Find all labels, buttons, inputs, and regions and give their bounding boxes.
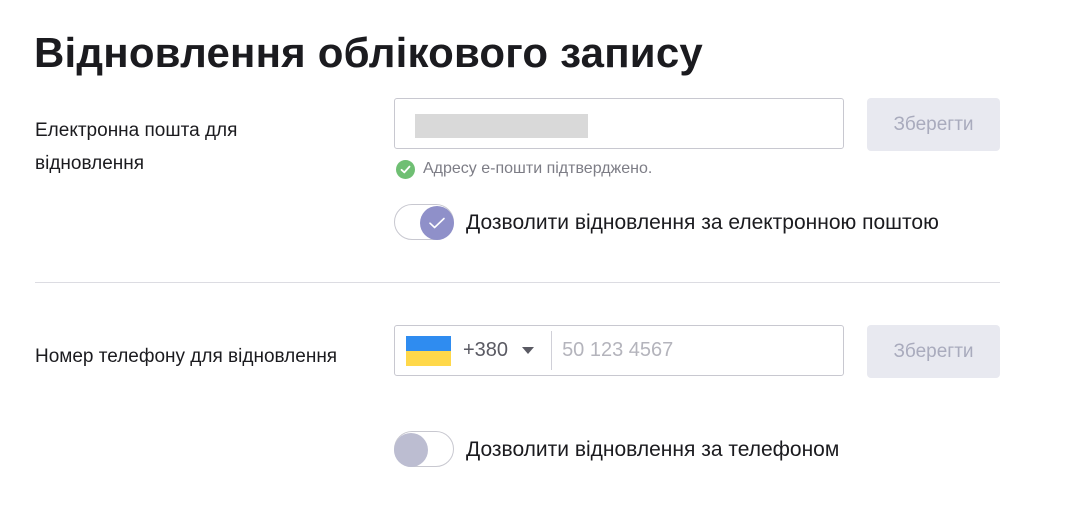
- email-field[interactable]: [394, 98, 844, 149]
- toggle-knob: [394, 433, 428, 467]
- phone-recovery-label: Номер телефону для відновлення: [35, 346, 338, 367]
- email-recovery-toggle-label: Дозволити відновлення за електронною пош…: [466, 211, 939, 234]
- country-code-dropdown[interactable]: +380: [395, 326, 551, 375]
- email-recovery-toggle[interactable]: [394, 204, 454, 240]
- save-phone-button[interactable]: Зберегти: [867, 325, 1000, 378]
- save-email-button[interactable]: Зберегти: [867, 98, 1000, 151]
- toggle-knob: [420, 206, 454, 240]
- section-divider: [35, 282, 1000, 283]
- phone-recovery-toggle[interactable]: [394, 431, 454, 467]
- check-circle-icon: [396, 159, 415, 179]
- phone-recovery-toggle-label: Дозволити відновлення за телефоном: [466, 438, 840, 461]
- page-title: Відновлення облікового запису: [34, 29, 703, 76]
- dial-code: +380: [463, 339, 509, 361]
- ukraine-flag-icon: [406, 335, 451, 366]
- email-verified-status: Адресу е-пошти підтверджено.: [396, 158, 652, 180]
- phone-number-input[interactable]: [552, 326, 843, 375]
- account-recovery-page: Відновлення облікового запису Електронна…: [0, 0, 1065, 513]
- check-icon: [429, 217, 445, 229]
- phone-field-group: +380: [394, 325, 844, 376]
- email-value-redacted: [415, 114, 588, 138]
- email-recovery-label: Електронна пошта для відновлення: [35, 120, 238, 174]
- chevron-down-icon: [522, 347, 535, 354]
- email-verified-text: Адресу е-пошти підтверджено.: [423, 160, 653, 177]
